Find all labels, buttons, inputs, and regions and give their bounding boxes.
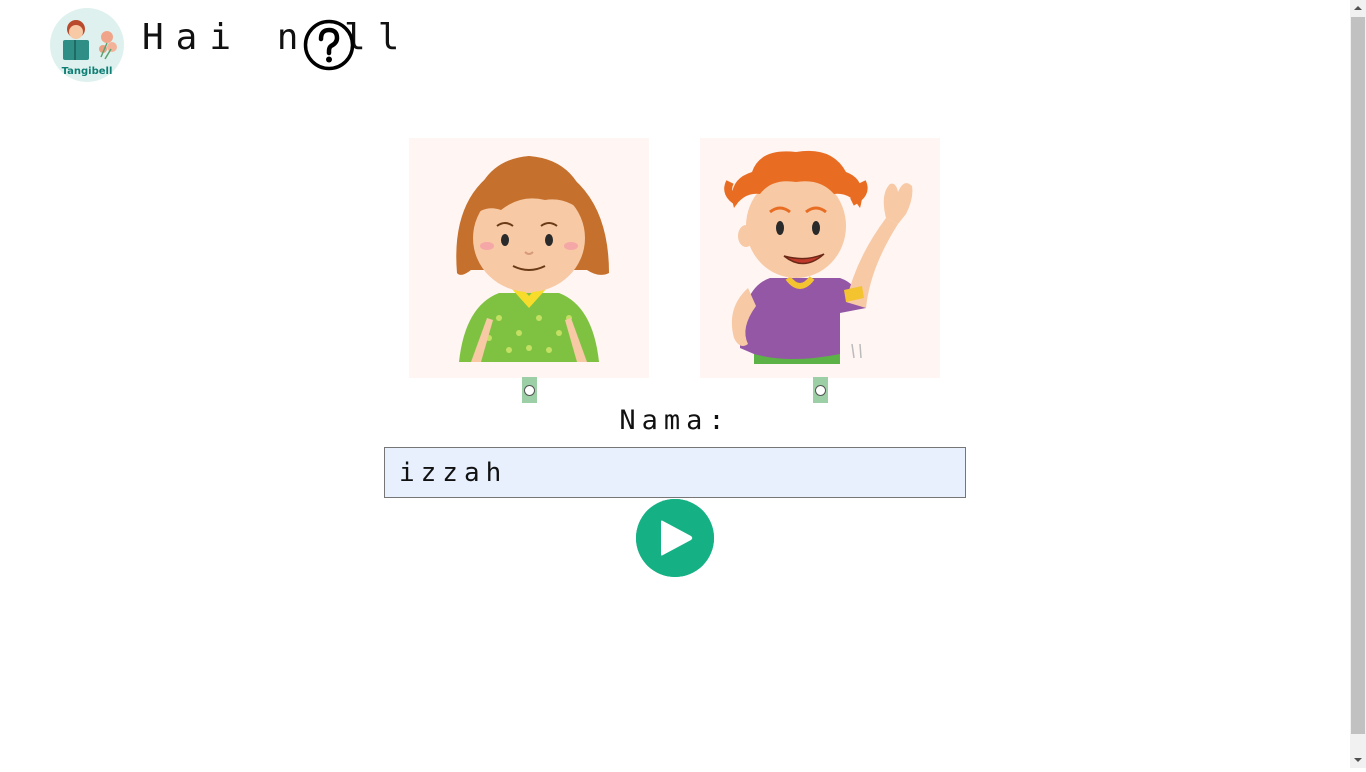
avatar-boy-radio[interactable] <box>815 384 826 396</box>
logo-text: Tangibell <box>62 66 113 77</box>
logo-image: Tangibell <box>50 8 124 82</box>
play-button[interactable] <box>636 499 714 577</box>
scroll-up-arrow-icon[interactable] <box>1350 0 1366 17</box>
vertical-scrollbar[interactable] <box>1350 0 1366 768</box>
greeting-text: Hai null <box>142 17 412 58</box>
name-label: Nama: <box>619 405 731 436</box>
avatar-girl-card[interactable] <box>409 138 649 378</box>
girl-radio-container <box>522 377 537 403</box>
avatar-boy-card[interactable] <box>700 138 940 378</box>
name-input[interactable] <box>384 447 966 498</box>
girl-avatar-image <box>409 138 649 378</box>
boy-avatar-image <box>700 138 940 378</box>
scrollbar-thumb[interactable] <box>1351 17 1365 734</box>
avatar-girl-radio[interactable] <box>524 384 535 396</box>
page: Tangibell Hai null Nama: izzah <box>0 0 1350 768</box>
play-icon <box>636 499 714 577</box>
scroll-down-arrow-icon[interactable] <box>1350 751 1366 768</box>
boy-radio-container <box>813 377 828 403</box>
question-circle-icon[interactable] <box>303 19 355 71</box>
tangibell-logo[interactable]: Tangibell <box>49 7 125 83</box>
